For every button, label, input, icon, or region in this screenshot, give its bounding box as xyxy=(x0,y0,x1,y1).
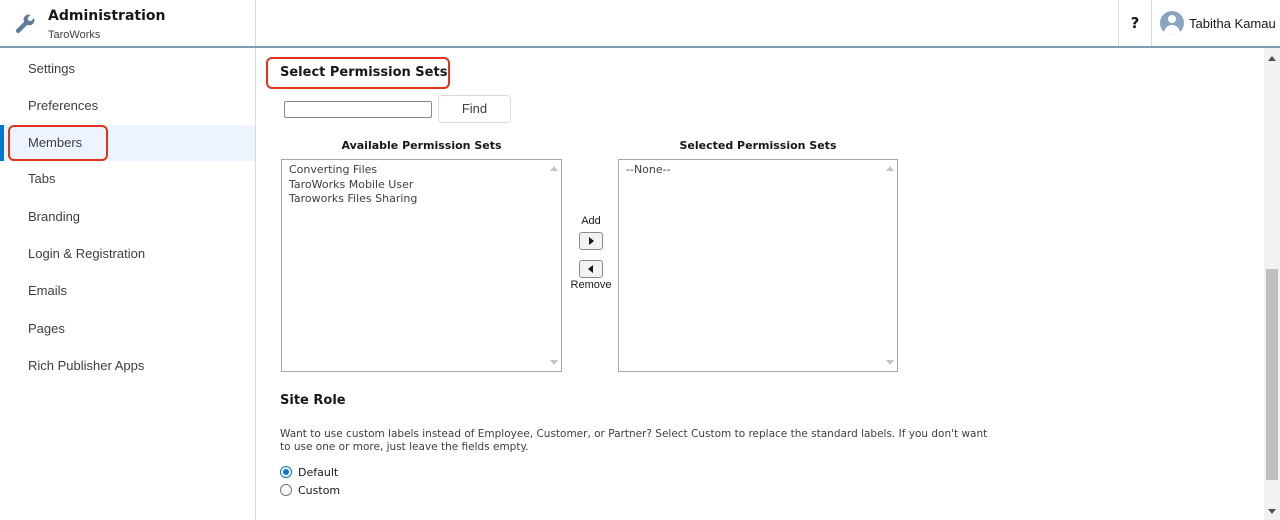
list-item[interactable]: --None-- xyxy=(619,163,897,178)
selected-permission-sets-label: Selected Permission Sets xyxy=(679,139,837,152)
list-scrollbar[interactable] xyxy=(883,160,897,371)
sidebar-item-rich-publisher-apps[interactable]: Rich Publisher Apps xyxy=(0,348,255,384)
members-highlight-box xyxy=(8,125,108,161)
find-button[interactable]: Find xyxy=(438,95,511,123)
scroll-up-icon xyxy=(886,166,894,171)
user-menu[interactable]: Tabitha Kamau xyxy=(1160,11,1276,35)
radio-default[interactable] xyxy=(280,466,292,478)
list-item[interactable]: Converting Files xyxy=(282,163,561,178)
page-scrollbar[interactable] xyxy=(1264,48,1280,520)
scroll-down-icon xyxy=(886,360,894,365)
app-subtitle: TaroWorks xyxy=(48,29,101,41)
sidebar-item-pages[interactable]: Pages xyxy=(0,311,255,347)
permission-sets-title-highlight xyxy=(266,57,450,89)
help-button[interactable]: ? xyxy=(1118,0,1152,46)
radio-custom-label: Custom xyxy=(298,483,341,497)
permission-set-search-input[interactable] xyxy=(284,101,432,118)
radio-default-row[interactable]: Default xyxy=(280,464,338,480)
available-permission-sets-list[interactable]: Converting Files TaroWorks Mobile User T… xyxy=(281,159,562,372)
site-role-description: Want to use custom labels instead of Emp… xyxy=(280,428,988,453)
sidebar-nav: Settings Preferences Members Tabs Brandi… xyxy=(0,48,256,520)
scroll-down-icon xyxy=(550,360,558,365)
list-item[interactable]: Taroworks Files Sharing xyxy=(282,192,561,207)
remove-button[interactable] xyxy=(579,260,603,278)
scroll-up-icon[interactable] xyxy=(1268,56,1276,61)
sidebar-item-settings[interactable]: Settings xyxy=(0,51,255,87)
radio-default-label: Default xyxy=(298,465,339,479)
scroll-up-icon xyxy=(550,166,558,171)
user-name: Tabitha Kamau xyxy=(1189,15,1276,31)
sidebar-item-emails[interactable]: Emails xyxy=(0,273,255,309)
list-item[interactable]: TaroWorks Mobile User xyxy=(282,178,561,193)
app-title: Administration xyxy=(48,8,166,24)
sidebar-item-preferences[interactable]: Preferences xyxy=(0,88,255,124)
radio-custom[interactable] xyxy=(280,484,292,496)
add-label: Add xyxy=(581,215,601,227)
site-role-title: Site Role xyxy=(280,393,346,408)
sidebar-item-login-registration[interactable]: Login & Registration xyxy=(0,236,255,272)
list-scrollbar[interactable] xyxy=(547,160,561,371)
arrow-right-icon xyxy=(589,237,594,245)
selected-permission-sets-list[interactable]: --None-- xyxy=(618,159,898,372)
sidebar-item-branding[interactable]: Branding xyxy=(0,199,255,235)
global-header: Administration TaroWorks ? Tabitha Kamau xyxy=(0,0,1280,48)
remove-label: Remove xyxy=(570,279,612,291)
scroll-down-icon[interactable] xyxy=(1268,509,1276,514)
main-content: Select Permission Sets Find Available Pe… xyxy=(256,48,1264,520)
available-permission-sets-label: Available Permission Sets xyxy=(341,139,502,152)
sidebar-item-tabs[interactable]: Tabs xyxy=(0,161,255,197)
scrollbar-thumb[interactable] xyxy=(1266,269,1278,480)
arrow-left-icon xyxy=(588,265,593,273)
wrench-icon xyxy=(15,14,35,34)
user-avatar-icon xyxy=(1160,11,1184,35)
radio-custom-row[interactable]: Custom xyxy=(280,482,340,498)
add-button[interactable] xyxy=(579,232,603,250)
app-brand: Administration TaroWorks xyxy=(0,0,256,46)
